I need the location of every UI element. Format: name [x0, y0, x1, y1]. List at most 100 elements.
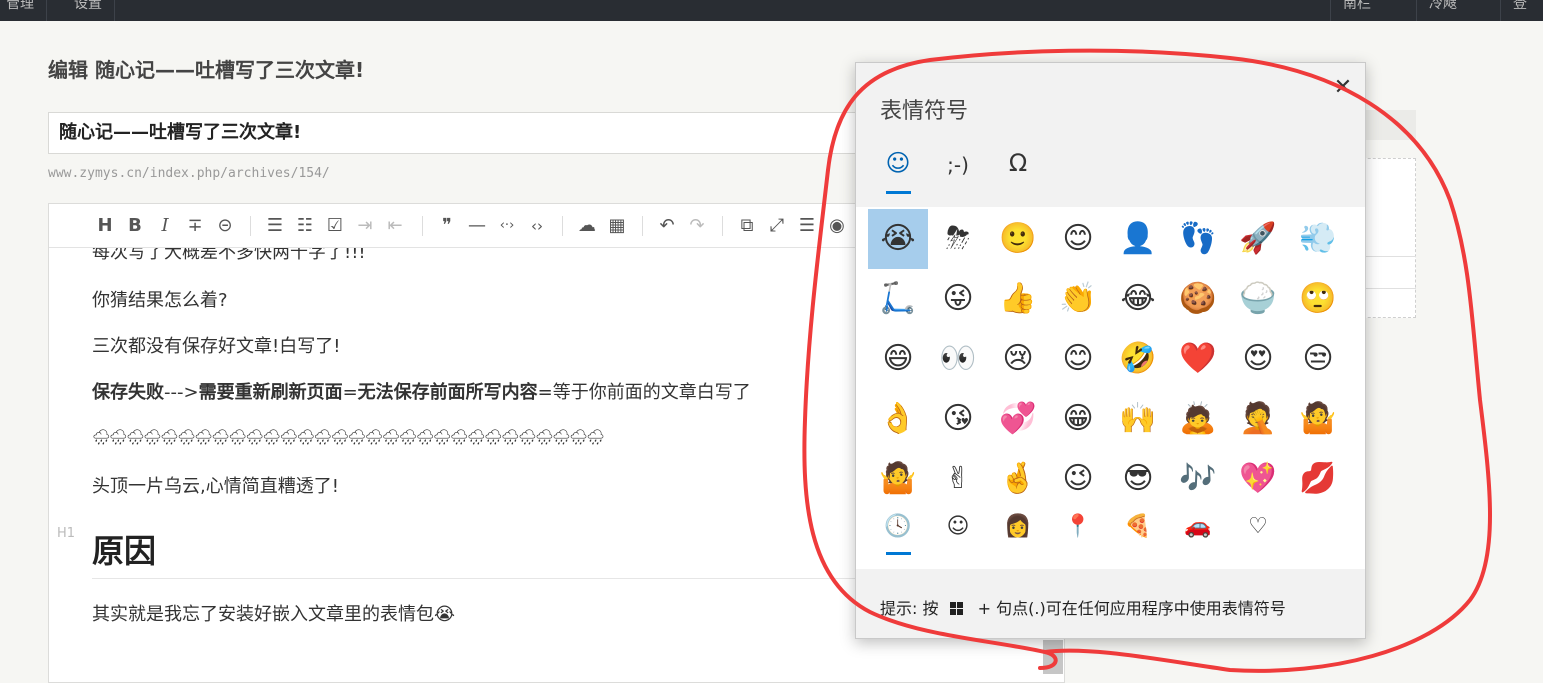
inline-code-button[interactable]: ‹·› [494, 214, 520, 238]
emoji-cell[interactable]: ✌ [928, 449, 988, 509]
tab-kaomoji[interactable]: ;-) [938, 149, 978, 181]
bold-text: 需要重新刷新页面 [198, 382, 343, 403]
emoji-cell[interactable]: 😉 [1048, 449, 1108, 509]
fullscreen-icon[interactable]: ⤢ [764, 214, 790, 238]
emoji-cell[interactable]: 🤞 [988, 449, 1048, 509]
quote-button[interactable]: ❞ [434, 214, 460, 238]
close-icon[interactable]: ✕ [1332, 77, 1354, 99]
emoji-cell[interactable]: 😄 [868, 329, 928, 389]
active-category-indicator [886, 552, 911, 555]
food-category-icon[interactable]: 🍕 [1118, 509, 1158, 545]
emoji-cell[interactable]: 👣 [1168, 209, 1228, 269]
emoji-cell[interactable]: 💨 [1288, 209, 1348, 269]
popout-icon[interactable]: ⧉ [734, 214, 760, 238]
emoji-cell[interactable]: 😘 [928, 389, 988, 449]
tab-symbols[interactable]: Ω [998, 149, 1038, 181]
nav-item-login[interactable]: 登 [1500, 0, 1539, 21]
toolbar-separator [722, 216, 723, 236]
emoji-cell[interactable]: 🛴 [868, 269, 928, 329]
undo-button[interactable]: ↶ [654, 214, 680, 238]
align-icon[interactable]: ☰ [794, 214, 820, 238]
emoji-cell[interactable]: 👍 [988, 269, 1048, 329]
emoji-cell[interactable]: 😊 [1048, 209, 1108, 269]
emoji-cell[interactable]: 😢 [988, 329, 1048, 389]
content-line: 保存失败--->需要重新刷新页面=无法保存前面所写内容=等于你前面的文章白写了 [92, 378, 751, 404]
emoji-cell[interactable]: ❤️ [1168, 329, 1228, 389]
people-category-icon[interactable]: 👩 [998, 509, 1038, 545]
emoji-cell[interactable]: 😒 [1288, 329, 1348, 389]
outdent-button[interactable]: ⇤ [382, 214, 408, 238]
page-title: 编辑 随心记——吐槽写了三次文章! [48, 58, 365, 82]
emoji-cloud-line: 🌧🌧🌧🌧🌧🌧🌧🌧🌧🌧🌧🌧🌧🌧🌧🌧🌧🌧🌧🌧🌧🌧🌧🌧🌧🌧🌧🌧🌧🌧 [92, 428, 605, 446]
emoji-cell[interactable]: 🙂 [988, 209, 1048, 269]
nav-item-settings[interactable]: 设置 [62, 0, 115, 21]
heading-divider [92, 578, 872, 579]
heart-category-icon[interactable]: ♡ [1238, 509, 1278, 545]
emoji-cell[interactable]: 🤦 [1228, 389, 1288, 449]
emoji-cell[interactable]: 😭 [868, 209, 928, 269]
table-button[interactable]: ▦ [604, 214, 630, 238]
indent-button[interactable]: ⇥ [352, 214, 378, 238]
editor-scrollbar[interactable] [1043, 640, 1063, 674]
ordered-list-button[interactable]: ☷ [292, 214, 318, 238]
travel-category-icon[interactable]: 🚗 [1178, 509, 1218, 545]
nav-item-right-2[interactable]: 冷飕 [1416, 0, 1469, 21]
upload-icon[interactable]: ☁ [574, 214, 600, 238]
emoji-grid: 🕓 ☺ 👩 📍 🍕 🚗 ♡ 😭 ⛈ 🙂 😊 👤 👣 🚀 💨 🛴 😜 👍 👏 😂 🍪 🍚 🙄 😄 👀 😢 😊 🤣 ❤️ 😍 😒 👌… [856, 207, 1365, 569]
arrow-text: ---> [164, 382, 199, 403]
emoji-cell[interactable]: 😎 [1108, 449, 1168, 509]
places-category-icon[interactable]: 📍 [1058, 509, 1098, 545]
emoji-cell[interactable]: 🤷 [1288, 389, 1348, 449]
italic-button[interactable]: I [152, 214, 178, 238]
emoji-cell[interactable]: 🍪 [1168, 269, 1228, 329]
emoji-cell[interactable]: 😜 [928, 269, 988, 329]
emoji-panel-title: 表情符号 [880, 99, 969, 124]
bold-text: 无法保存前面所写内容 [357, 382, 538, 403]
emoji-cell[interactable]: ⛈ [928, 209, 988, 269]
unordered-list-button[interactable]: ☰ [262, 214, 288, 238]
emoji-cell[interactable]: 😂 [1108, 269, 1168, 329]
task-list-button[interactable]: ☑ [322, 214, 348, 238]
emoji-cell[interactable]: 💖 [1228, 449, 1288, 509]
preview-eye-icon[interactable]: ◉ [824, 214, 850, 238]
emoji-cell[interactable]: 🚀 [1228, 209, 1288, 269]
emoji-cell[interactable]: 😍 [1228, 329, 1288, 389]
horizontal-rule-button[interactable]: — [464, 214, 490, 238]
emoji-cell[interactable]: 🍚 [1228, 269, 1288, 329]
heading-reason: 原因 [92, 532, 157, 570]
content-line: 三次都没有保存好文章!白写了! [92, 336, 341, 357]
content-line: 头顶一片乌云,心情简直糟透了! [92, 476, 339, 497]
strikethrough-button[interactable]: ∓ [182, 214, 208, 238]
emoji-cell[interactable]: 🙌 [1108, 389, 1168, 449]
nav-item-right-1[interactable]: 南栏 [1330, 0, 1383, 21]
post-url-hint: www.zymys.cn/index.php/archives/154/ [48, 166, 330, 181]
tab-emoji[interactable]: ☺ [878, 149, 918, 181]
link-button[interactable]: ⊝ [212, 214, 238, 238]
recent-clock-icon[interactable]: 🕓 [878, 509, 918, 545]
toolbar-separator [642, 216, 643, 236]
emoji-cell[interactable]: 💞 [988, 389, 1048, 449]
emoji-cell[interactable]: 🤷 [868, 449, 928, 509]
toolbar-separator [250, 216, 251, 236]
emoji-cell[interactable]: 🎶 [1168, 449, 1228, 509]
nav-item-manage[interactable]: 管理 [0, 0, 47, 21]
emoji-cell[interactable]: 👌 [868, 389, 928, 449]
windows-logo-icon [949, 602, 963, 615]
emoji-cell[interactable]: 👤 [1108, 209, 1168, 269]
code-block-button[interactable]: ‹› [524, 214, 550, 238]
smiley-category-icon[interactable]: ☺ [938, 509, 978, 545]
emoji-cell[interactable]: 🙇 [1168, 389, 1228, 449]
plain-text: =等于你前面的文章白写了 [537, 382, 751, 403]
redo-button[interactable]: ↷ [684, 214, 710, 238]
emoji-cell[interactable]: 👀 [928, 329, 988, 389]
h1-marker: H1 [57, 526, 76, 541]
emoji-cell[interactable]: 💋 [1288, 449, 1348, 509]
emoji-cell[interactable]: 🤣 [1108, 329, 1168, 389]
post-title-input[interactable]: 随心记——吐槽写了三次文章! [48, 112, 868, 154]
emoji-cell[interactable]: 🙄 [1288, 269, 1348, 329]
emoji-cell[interactable]: 👏 [1048, 269, 1108, 329]
heading-button[interactable]: H [92, 214, 118, 238]
emoji-cell[interactable]: 😊 [1048, 329, 1108, 389]
bold-button[interactable]: B [122, 214, 148, 238]
emoji-cell[interactable]: 😁 [1048, 389, 1108, 449]
